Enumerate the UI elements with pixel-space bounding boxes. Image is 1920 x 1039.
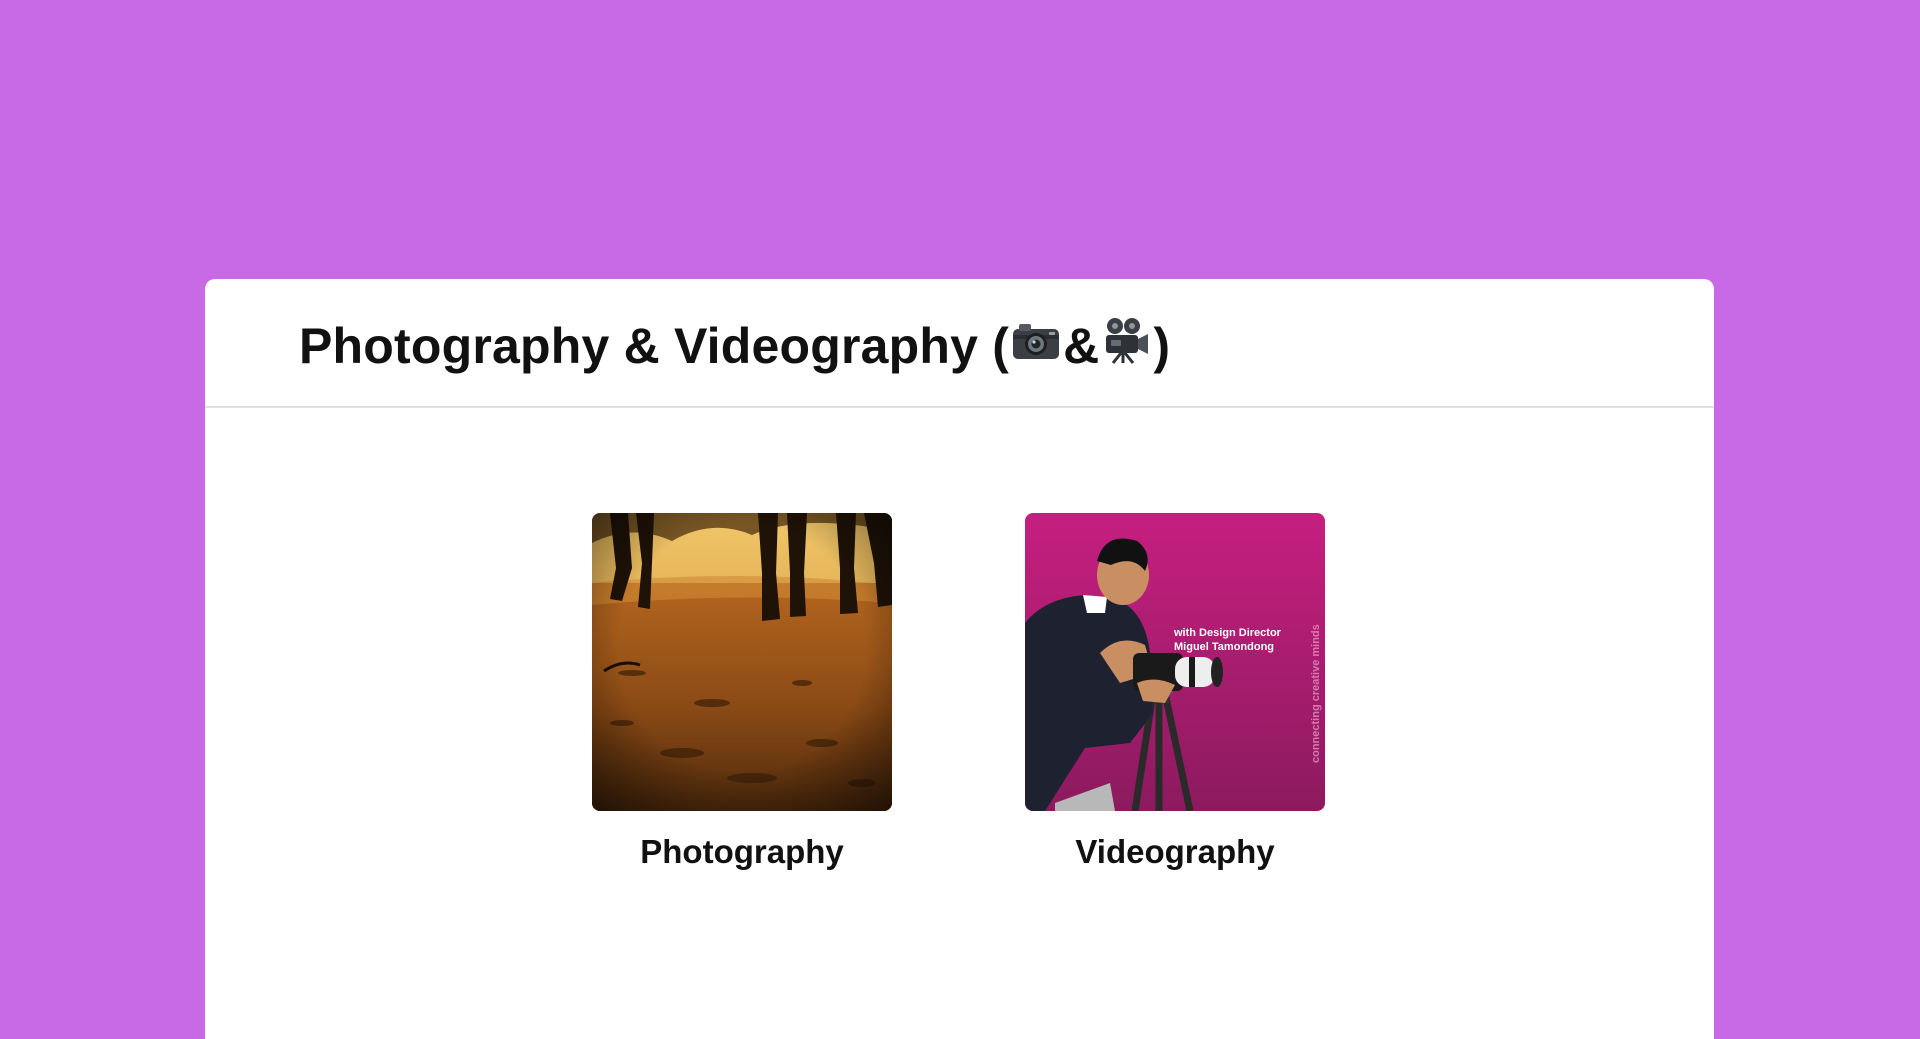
side-tagline: connecting creative minds — [1310, 624, 1322, 763]
page-title: Photography & Videography ( &) — [299, 316, 1170, 376]
overlay-line-1: with Design Director — [1173, 627, 1282, 639]
videography-thumbnail[interactable]: with Design Director Miguel Tamondong co… — [1025, 513, 1325, 811]
content-card: Photography & Videography ( &) Photogra… — [205, 279, 1714, 1039]
page-title-close-paren: ) — [1153, 317, 1171, 374]
photography-label[interactable]: Photography — [592, 833, 892, 871]
overlay-line-2: Miguel Tamondong — [1174, 641, 1274, 653]
card-header: Photography & Videography ( &) — [205, 279, 1714, 408]
videography-label[interactable]: Videography — [1025, 833, 1325, 871]
page-title-ampersand: & — [1063, 317, 1100, 374]
photography-thumbnail[interactable] — [592, 513, 892, 811]
videography-tile[interactable]: with Design Director Miguel Tamondong co… — [1025, 513, 1325, 871]
page-title-text: Photography & Videography ( — [299, 317, 1010, 374]
camera-icon — [1011, 317, 1061, 375]
movie-camera-icon — [1101, 316, 1151, 376]
photography-tile[interactable]: Photography — [592, 513, 892, 871]
